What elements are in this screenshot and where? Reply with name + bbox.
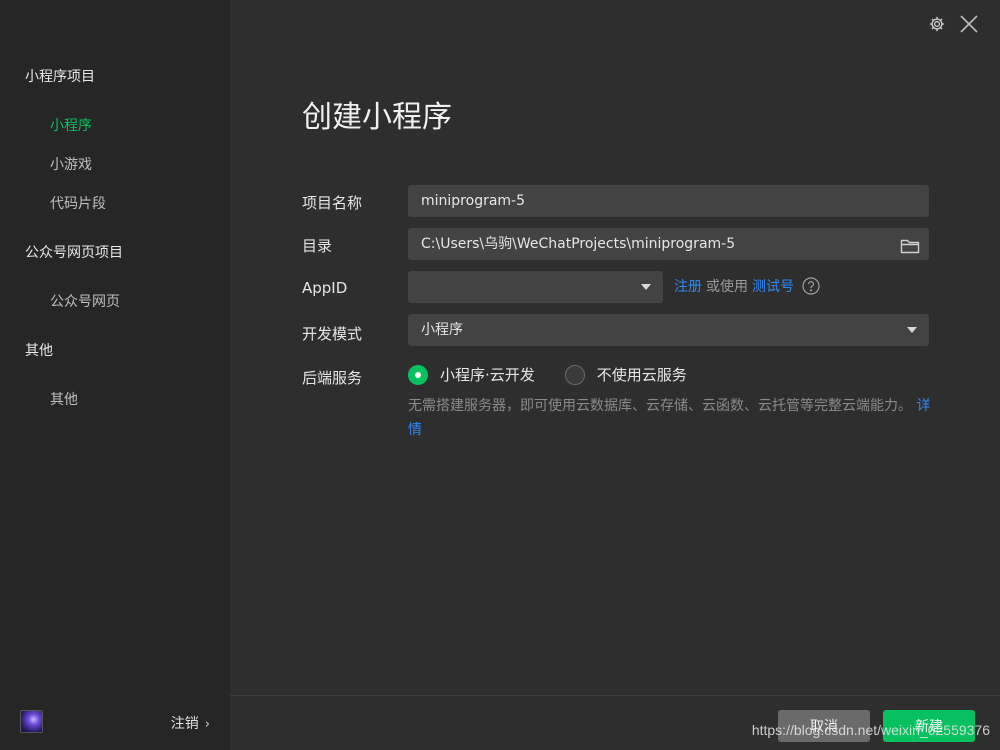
folder-icon[interactable] [900,235,920,254]
sidebar-item-other[interactable]: 其他 [50,389,78,409]
dev-mode-value: 小程序 [421,322,463,338]
appid-links: 注册 或使用 测试号 [674,276,820,296]
sidebar-item-code-snippet[interactable]: 代码片段 [50,193,106,213]
cancel-button[interactable]: 取消 [778,710,870,742]
chevron-down-icon [641,284,651,290]
backend-description: 无需搭建服务器，即可使用云数据库、云存储、云函数、云托管等完整云端能力。 详情 [408,394,933,442]
radio-checked-icon [408,364,428,385]
backend-radio-group: 小程序·云开发 不使用云服务 [408,364,717,385]
dev-mode-label: 开发模式 [302,325,363,343]
radio-cloud-dev-label: 小程序·云开发 [440,366,535,384]
backend-description-text: 无需搭建服务器，即可使用云数据库、云存储、云函数、云托管等完整云端能力。 [408,398,912,414]
bottom-bar: 取消 新建 [230,695,1000,750]
sidebar-group-miniprogram: 小程序项目 [25,69,95,85]
radio-no-cloud[interactable]: 不使用云服务 [564,364,687,385]
dev-mode-select[interactable]: 小程序 [408,314,929,346]
test-account-link[interactable]: 测试号 [752,276,794,296]
chevron-down-icon [907,327,917,333]
logout-button[interactable]: 注销 › [171,713,210,733]
directory-label: 目录 [302,237,333,255]
create-miniprogram-dialog: 小程序项目 小程序 小游戏 代码片段 公众号网页项目 公众号网页 其他 其他 注… [0,0,1000,750]
sidebar: 小程序项目 小程序 小游戏 代码片段 公众号网页项目 公众号网页 其他 其他 注… [0,0,230,750]
appid-select[interactable] [408,271,663,303]
project-name-input[interactable] [421,186,889,216]
logout-label: 注销 [170,716,199,732]
radio-unchecked-icon [564,364,585,385]
sidebar-item-minigame[interactable]: 小游戏 [50,154,92,174]
appid-label: AppID [302,279,348,297]
backend-label: 后端服务 [302,369,363,387]
or-use-text: 或使用 [706,279,748,295]
project-name-label: 项目名称 [302,194,363,212]
chevron-right-icon: › [204,717,210,732]
sidebar-footer: 注销 › [0,696,230,750]
register-link[interactable]: 注册 [674,276,702,296]
directory-value: C:\Users\乌驹\WeChatProjects\miniprogram-5 [421,236,736,252]
page-title: 创建小程序 [302,100,452,135]
directory-field[interactable]: C:\Users\乌驹\WeChatProjects\miniprogram-5 [408,228,929,260]
radio-cloud-dev[interactable]: 小程序·云开发 [408,364,535,385]
radio-no-cloud-label: 不使用云服务 [596,366,687,384]
project-name-field[interactable] [408,185,929,217]
create-button[interactable]: 新建 [883,710,975,742]
sidebar-group-other: 其他 [25,343,53,359]
main-panel: 创建小程序 项目名称 目录 C:\Users\乌驹\WeChatProjects… [230,0,1000,695]
help-icon[interactable] [802,277,820,295]
sidebar-group-official-account: 公众号网页项目 [25,245,123,261]
sidebar-item-official-account-web[interactable]: 公众号网页 [50,291,120,311]
sidebar-item-miniprogram[interactable]: 小程序 [50,115,92,135]
avatar[interactable] [20,710,43,733]
